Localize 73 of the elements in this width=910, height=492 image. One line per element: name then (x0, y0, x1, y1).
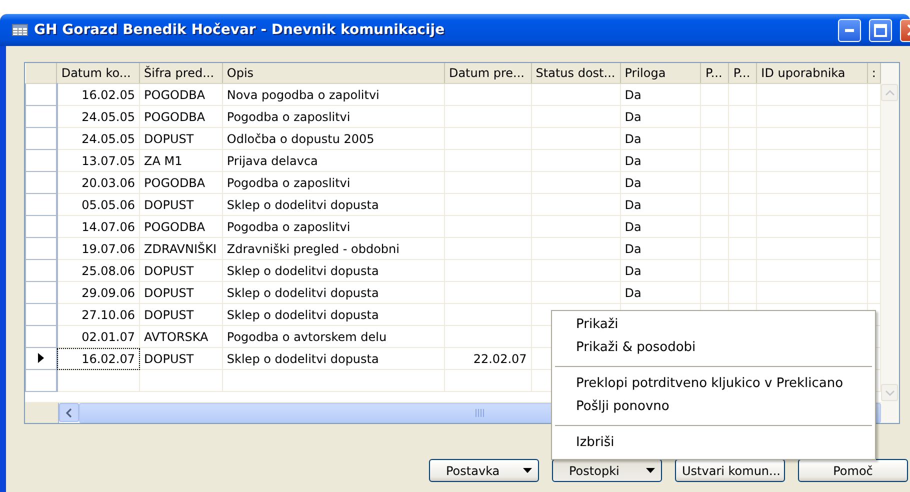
chevron-left-icon (65, 408, 73, 418)
action-button[interactable]: Postopki (552, 459, 662, 482)
table-cell: 24.05.05 (82, 132, 136, 146)
table-cell: POGODBA (144, 220, 206, 234)
menu-item[interactable]: Prikaži & posodobi (554, 337, 873, 360)
table-cell: DOPUST (144, 286, 194, 300)
menu-item[interactable]: Pošlji ponovno (554, 396, 873, 419)
table-cell: 16.02.05 (82, 88, 136, 102)
table-cell: POGODBA (144, 88, 206, 102)
menu-item[interactable]: Izbriši (554, 432, 873, 455)
table-cell: Pogodba o zaposlitvi (226, 110, 350, 124)
table-cell: 16.02.07 (82, 352, 136, 366)
chevron-up-icon (884, 90, 894, 96)
caret-icon (523, 468, 532, 473)
table-cell: 05.05.06 (82, 198, 136, 212)
table-cell: Nova pogodba o zapolitvi (226, 88, 380, 102)
table-cell: POGODBA (144, 110, 206, 124)
table-cell: Odločba o dopustu 2005 (226, 132, 374, 146)
action-button[interactable]: Postavka (429, 459, 539, 482)
table-cell: Sklep o dodelitvi dopusta (226, 198, 379, 212)
table-cell: Da (624, 242, 642, 256)
action-button[interactable]: Ustvari komun... (675, 459, 785, 482)
menu-item[interactable]: Prikaži (554, 314, 873, 337)
scroll-left-button[interactable] (59, 403, 79, 422)
table-cell: 13.07.05 (82, 154, 136, 168)
table-cell: 27.10.06 (82, 308, 136, 322)
table-cell: Sklep o dodelitvi dopusta (226, 264, 379, 278)
table-cell: Da (624, 286, 642, 300)
table-cell: 25.08.06 (82, 264, 136, 278)
maximize-button[interactable] (869, 18, 892, 42)
table-cell: 24.05.05 (82, 110, 136, 124)
table-cell: Da (624, 264, 642, 278)
table-cell: Prijava delavca (226, 154, 318, 168)
table-cell: Pogodba o avtorskem delu (226, 330, 387, 344)
table-cell: DOPUST (144, 198, 194, 212)
menu-item[interactable]: Preklopi potrditveno kljukico v Preklicano (554, 373, 873, 396)
table-cell: Da (624, 88, 642, 102)
table-cell: Sklep o dodelitvi dopusta (226, 352, 379, 366)
table-cell: POGODBA (144, 176, 206, 190)
table-cell: Pogodba o zaposlitvi (226, 220, 350, 234)
table-cell: 22.02.07 (473, 352, 527, 366)
table-cell: DOPUST (144, 132, 194, 146)
table-cell: Da (624, 132, 642, 146)
column-header[interactable]: Opis (226, 66, 254, 80)
chevron-down-icon (884, 390, 894, 396)
table-cell: Da (624, 220, 642, 234)
table-cell: Da (624, 110, 642, 124)
table-cell: ZA M1 (144, 154, 182, 168)
table-cell: Sklep o dodelitvi dopusta (226, 308, 379, 322)
table-cell: 29.09.06 (82, 286, 136, 300)
window-title: GH Gorazd Benedik Hočevar - Dnevnik komunikacije (34, 22, 445, 38)
caret-icon (646, 468, 655, 473)
table-cell: 20.03.06 (82, 176, 136, 190)
action-button[interactable]: Pomoč (798, 459, 908, 482)
table-icon (12, 24, 28, 36)
table-cell: Sklep o dodelitvi dopusta (226, 286, 379, 300)
maximize-icon (874, 24, 887, 36)
table-cell: DOPUST (144, 352, 194, 366)
table-cell: 02.01.07 (82, 330, 136, 344)
table-cell: DOPUST (144, 308, 194, 322)
table-cell: Zdravniški pregled - obdobni (226, 242, 400, 256)
table-cell: 14.07.06 (82, 220, 136, 234)
minimize-button[interactable] (838, 18, 861, 42)
grip-icon (475, 409, 485, 417)
minimize-icon (845, 28, 854, 32)
table-cell: ZDRAVNIŠKI (144, 242, 217, 256)
table-cell: Pogodba o zaposlitvi (226, 176, 350, 190)
table-cell: DOPUST (144, 264, 194, 278)
table-cell: AVTORSKA (144, 330, 208, 344)
table-cell: Da (624, 176, 642, 190)
table-cell: Da (624, 154, 642, 168)
table-cell: Da (624, 198, 642, 212)
table-cell: 19.07.06 (82, 242, 136, 256)
